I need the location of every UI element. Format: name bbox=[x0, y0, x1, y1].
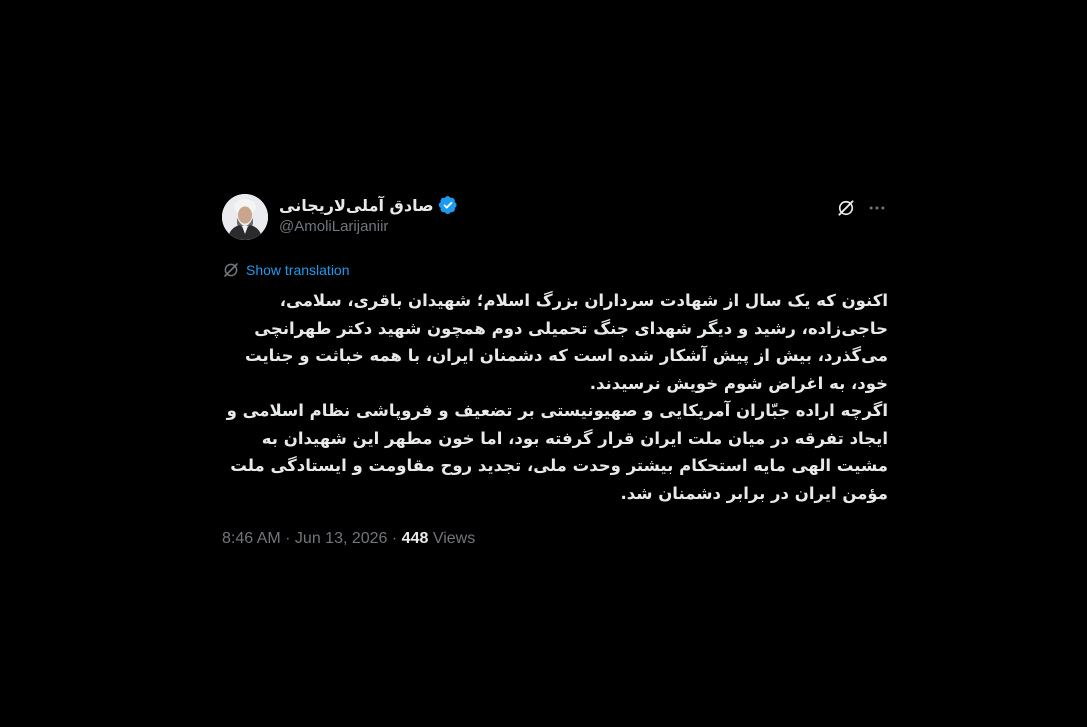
more-icon[interactable] bbox=[866, 198, 888, 218]
grok-icon[interactable] bbox=[836, 198, 856, 218]
translate-icon bbox=[224, 263, 238, 277]
tweet-header: صادق آملی‌لاریجانی @AmoliLarijaniir bbox=[222, 192, 888, 242]
views-count[interactable]: 448 bbox=[402, 530, 429, 547]
handle[interactable]: @AmoliLarijaniir bbox=[279, 218, 458, 235]
meta-separator: · bbox=[387, 530, 402, 547]
meta-separator: · bbox=[280, 530, 295, 547]
avatar-image bbox=[222, 194, 268, 240]
show-translation-label[interactable]: Show translation bbox=[246, 262, 350, 278]
verified-badge-icon bbox=[438, 196, 457, 214]
show-translation-link[interactable]: Show translation bbox=[222, 261, 350, 279]
views-label[interactable]: Views bbox=[428, 530, 475, 547]
display-name[interactable]: صادق آملی‌لاریجانی bbox=[279, 196, 434, 215]
tweet-date[interactable]: Jun 13, 2026 bbox=[295, 530, 388, 547]
tweet-meta: 8:46 AM · Jun 13, 2026 · 448 Views bbox=[222, 530, 475, 548]
author-block: صادق آملی‌لاریجانی @AmoliLarijaniir bbox=[279, 195, 458, 235]
tweet-body: اکنون که یک سال از شهادت سرداران بزرگ اس… bbox=[226, 291, 888, 503]
name-row: صادق آملی‌لاریجانی bbox=[279, 195, 458, 215]
tweet-time[interactable]: 8:46 AM bbox=[222, 530, 281, 547]
avatar[interactable] bbox=[222, 194, 268, 240]
tweet: صادق آملی‌لاریجانی @AmoliLarijaniir Show… bbox=[222, 192, 888, 547]
